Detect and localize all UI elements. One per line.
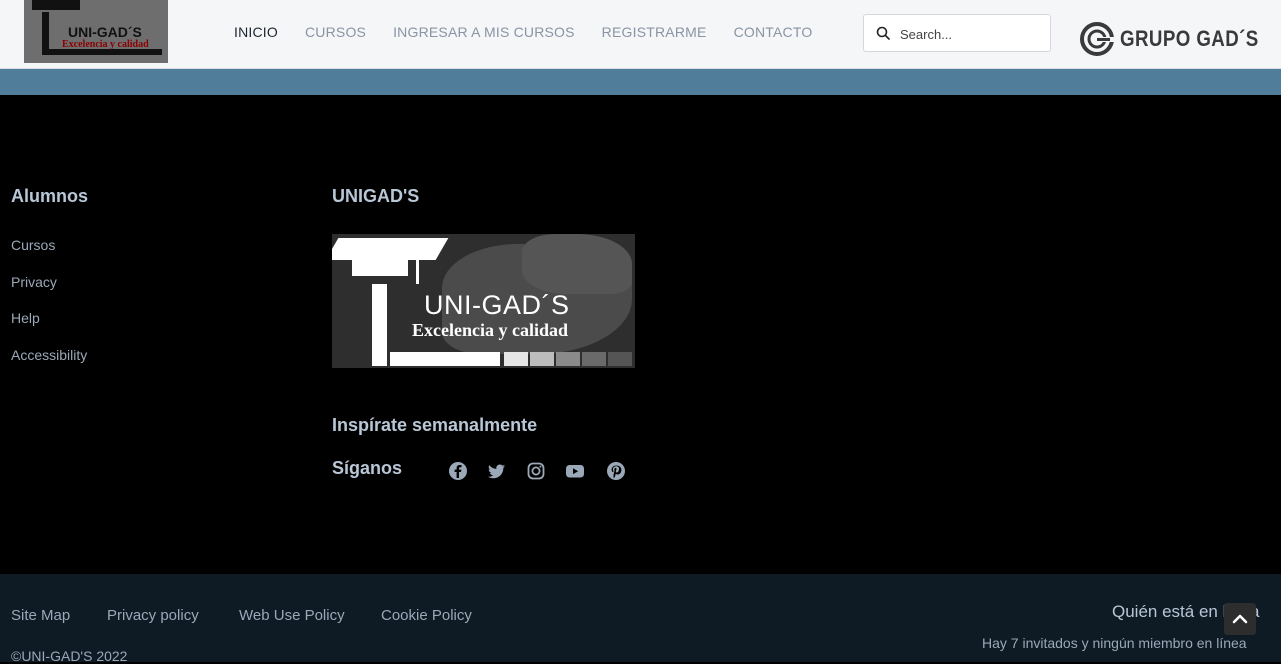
chevron-up-icon: [1232, 614, 1248, 624]
site-logo[interactable]: UNI-GAD´S Excelencia y calidad: [24, 0, 168, 63]
inspire-heading: Inspírate semanalmente: [332, 415, 538, 435]
logo-bar-vertical: [42, 12, 49, 54]
bottom-link-privacy-policy[interactable]: Privacy policy: [107, 607, 199, 624]
logo-bar-segment: [608, 352, 632, 366]
instagram-icon[interactable]: [526, 461, 546, 481]
nav-item-contacto[interactable]: CONTACTO: [734, 24, 813, 40]
nav-item-inicio[interactable]: INICIO: [234, 24, 278, 40]
unigads-title: UNIGAD'S: [332, 186, 420, 206]
logo-bar-segment: [530, 352, 554, 366]
footer-link-accessibility[interactable]: Accessibility: [11, 347, 87, 363]
follow-heading: Síganos: [332, 458, 403, 478]
cap-tassel: [416, 256, 419, 284]
twitter-icon[interactable]: [487, 461, 507, 481]
search-box: [863, 14, 1051, 52]
pinterest-icon[interactable]: [606, 461, 626, 481]
bottom-link-site-map[interactable]: Site Map: [11, 607, 70, 624]
brand-text: GRUPO GAD´S: [1120, 26, 1259, 51]
cap-base: [352, 258, 408, 276]
logo-name: UNI-GAD´S: [68, 24, 142, 40]
nav-item-cursos[interactable]: CURSOS: [305, 24, 366, 40]
search-icon: [876, 26, 890, 40]
logo-tagline: Excelencia y calidad: [412, 320, 568, 340]
logo-bar-horizontal: [390, 352, 500, 366]
site-header: UNI-GAD´S Excelencia y calidad INICIO CU…: [0, 0, 1281, 69]
logo-bar-vertical: [372, 284, 387, 366]
facebook-icon[interactable]: [448, 461, 468, 481]
nav-item-ingresar[interactable]: INGRESAR A MIS CURSOS: [393, 24, 575, 40]
grupo-gads-logo-icon: [1080, 22, 1114, 56]
main-nav: INICIO CURSOS INGRESAR A MIS CURSOS REGI…: [234, 24, 839, 40]
unigads-logo: UNI-GAD´S Excelencia y calidad: [332, 234, 635, 368]
logo-bar-segment: [556, 352, 580, 366]
grupo-gads-brand[interactable]: GRUPO GAD´S: [1080, 22, 1281, 56]
logo-bar-segment: [582, 352, 606, 366]
accent-band: [0, 69, 1281, 95]
footer-link-help[interactable]: Help: [11, 310, 40, 326]
alumnos-title: Alumnos: [11, 186, 89, 206]
logo-tagline: Excelencia y calidad: [62, 39, 149, 50]
bottom-link-web-use-policy[interactable]: Web Use Policy: [239, 607, 345, 624]
back-to-top-button[interactable]: [1224, 603, 1256, 635]
search-input[interactable]: [898, 23, 1042, 45]
who-online-text: Hay 7 invitados y ningún miembro en líne…: [982, 635, 1247, 651]
footer-link-cursos[interactable]: Cursos: [11, 237, 55, 253]
bottom-bar: Site Map Privacy policy Web Use Policy C…: [0, 574, 1281, 664]
footer-link-privacy[interactable]: Privacy: [11, 274, 57, 290]
youtube-icon[interactable]: [565, 461, 585, 481]
logo-name: UNI-GAD´S: [424, 290, 570, 320]
nav-item-registrarme[interactable]: REGISTRARME: [602, 24, 707, 40]
graduation-cap-icon: [332, 238, 449, 260]
bottom-link-cookie-policy[interactable]: Cookie Policy: [381, 607, 472, 624]
graduation-cap-icon: [32, 0, 80, 10]
world-map-shape: [522, 234, 632, 294]
logo-bar-segment: [504, 352, 528, 366]
